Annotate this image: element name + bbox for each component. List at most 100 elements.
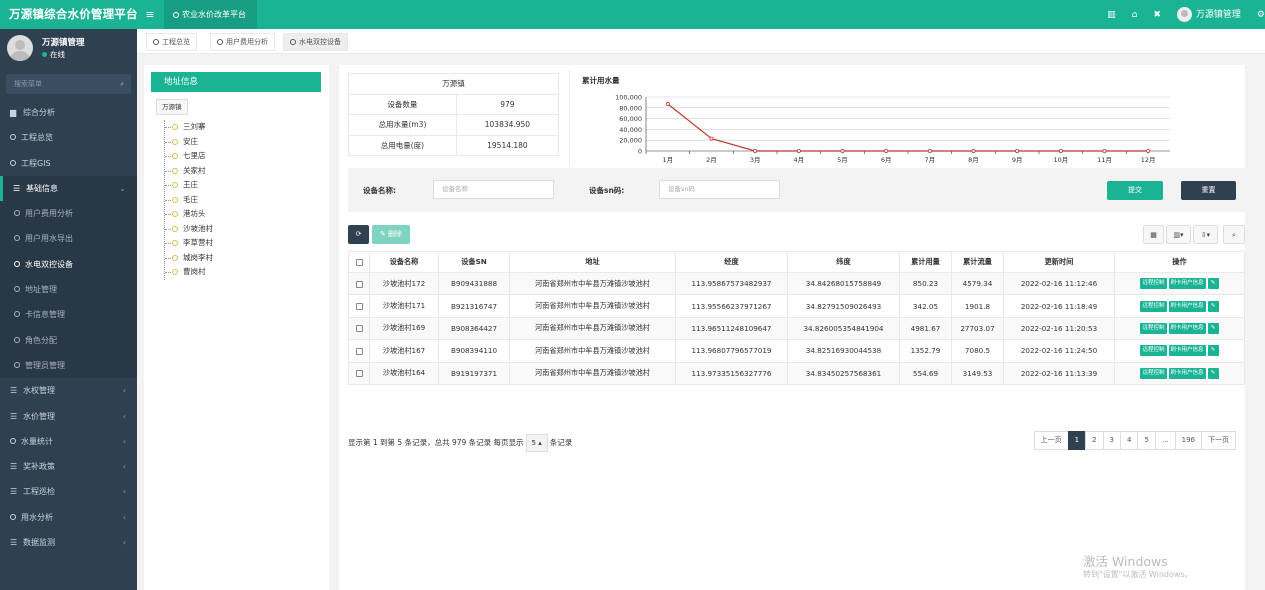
- row-select[interactable]: [348, 294, 370, 318]
- edit-icon[interactable]: ✎: [1207, 278, 1219, 290]
- tree-node[interactable]: 安庄: [165, 135, 213, 150]
- col-header[interactable]: 更新时间: [1003, 251, 1115, 273]
- user-menu[interactable]: 万源镇管理: [1176, 7, 1241, 22]
- page-button[interactable]: 5: [1137, 431, 1156, 450]
- table-row[interactable]: 沙坡池村169 B908364427 河南省郑州市中牟县万滩镇沙坡池村 113.965…: [348, 316, 1245, 341]
- sidebar-item[interactable]: 用户费用分析: [0, 201, 137, 227]
- submit-button[interactable]: 提交: [1107, 181, 1163, 200]
- sidebar-item[interactable]: ☰ 数据监测 ‹: [0, 530, 137, 555]
- col-header[interactable]: 累计用量: [899, 251, 952, 273]
- card-user-button[interactable]: 刷卡用户信息: [1168, 278, 1206, 290]
- checkbox[interactable]: [355, 259, 363, 266]
- checkbox[interactable]: [355, 347, 363, 355]
- tab-cost[interactable]: 用户费用分析: [210, 33, 275, 51]
- tree-node[interactable]: 王庄: [165, 178, 213, 193]
- menu-toggle-icon[interactable]: ≡: [139, 0, 161, 29]
- checkbox[interactable]: [355, 280, 363, 288]
- menu-search-input[interactable]: 搜索菜单 ⌕: [6, 74, 131, 94]
- page-button[interactable]: 4: [1120, 431, 1139, 450]
- table-row[interactable]: 沙坡池村167 B908394110 河南省郑州市中牟县万滩镇沙坡池村 113.968…: [348, 339, 1245, 363]
- tree-root[interactable]: 万源镇: [156, 99, 188, 115]
- col-header[interactable]: 地址: [509, 251, 676, 273]
- select-all-cell[interactable]: [348, 251, 370, 273]
- top-tab-platform[interactable]: 农业水价改革平台: [164, 0, 257, 29]
- remote-control-button[interactable]: 远程控制: [1140, 278, 1167, 290]
- remote-control-button[interactable]: 远程控制: [1140, 300, 1167, 312]
- tree-node[interactable]: 李草营村: [165, 236, 213, 251]
- checkbox[interactable]: [355, 303, 363, 311]
- device-sn-input[interactable]: 设备sn码: [659, 180, 780, 199]
- tab-devices[interactable]: 水电双控设备: [283, 33, 348, 51]
- col-header[interactable]: 设备名称: [369, 251, 439, 273]
- page-button[interactable]: 1: [1067, 431, 1087, 450]
- sidebar-item[interactable]: 工程GIS: [0, 151, 137, 176]
- page-button[interactable]: 2: [1085, 431, 1104, 450]
- table-row[interactable]: 沙坡池村172 B909431888 河南省郑州市中牟县万滩镇沙坡池村 113.958…: [348, 271, 1245, 296]
- search-icon[interactable]: ⌕: [1223, 225, 1245, 244]
- columns-icon[interactable]: ▥▾: [1166, 225, 1191, 244]
- tab-overview[interactable]: 工程总览: [146, 33, 197, 51]
- page-button[interactable]: 下一页: [1201, 431, 1236, 450]
- row-select[interactable]: [348, 361, 370, 385]
- card-user-button[interactable]: 刷卡用户信息: [1168, 322, 1206, 334]
- page-button[interactable]: 上一页: [1033, 431, 1069, 450]
- sidebar-item[interactable]: 水量统计 ‹: [0, 429, 137, 454]
- delete-button[interactable]: ✎ 删除: [372, 225, 410, 244]
- table-row[interactable]: 沙坡池村171 B921316747 河南省郑州市中牟县万滩镇沙坡池村 113.955…: [348, 294, 1245, 318]
- refresh-icon[interactable]: ⟳: [348, 225, 369, 244]
- col-header[interactable]: 经度: [675, 251, 788, 273]
- col-header[interactable]: 设备SN: [438, 251, 510, 273]
- remote-control-button[interactable]: 远程控制: [1140, 345, 1167, 357]
- card-user-button[interactable]: 刷卡用户信息: [1168, 367, 1206, 379]
- device-name-input[interactable]: 设备名称: [433, 180, 554, 199]
- sidebar-item[interactable]: ☰ 工程巡检 ‹: [0, 479, 137, 504]
- tree-node[interactable]: 港坊头: [165, 207, 213, 222]
- home-icon[interactable]: ⌂: [1132, 10, 1138, 20]
- sidebar-item[interactable]: 工程总览: [0, 125, 137, 150]
- col-header[interactable]: 纬度: [787, 251, 900, 273]
- edit-icon[interactable]: ✎: [1207, 345, 1219, 357]
- sidebar-item[interactable]: ☰ 奖补政策 ‹: [0, 454, 137, 479]
- card-user-button[interactable]: 刷卡用户信息: [1168, 300, 1206, 312]
- sidebar-item[interactable]: ▆ 综合分析: [0, 100, 137, 125]
- table-row[interactable]: 沙坡池村164 B919197371 河南省郑州市中牟县万滩镇沙坡池村 113.973…: [348, 361, 1245, 385]
- checkbox[interactable]: [355, 325, 363, 333]
- sidebar-item[interactable]: 用水分析 ‹: [0, 505, 137, 530]
- sidebar-item[interactable]: ☰ 水价管理 ‹: [0, 404, 137, 429]
- export-icon[interactable]: ⇩▾: [1193, 225, 1218, 244]
- sidebar-item[interactable]: 地址管理: [0, 277, 137, 303]
- col-header[interactable]: 累计流量: [951, 251, 1004, 273]
- sidebar-item[interactable]: 水电双控设备: [0, 251, 137, 278]
- sidebar-item[interactable]: 卡信息管理: [0, 302, 137, 328]
- page-button[interactable]: 196: [1174, 431, 1202, 450]
- tree-node[interactable]: 三刘寨: [165, 120, 213, 135]
- sidebar-item[interactable]: 管理员管理: [0, 352, 137, 379]
- sidebar-item[interactable]: ☰ 基础信息 ⌄: [0, 175, 137, 202]
- tree-node[interactable]: 沙坡池村: [165, 222, 213, 237]
- remote-control-button[interactable]: 远程控制: [1140, 322, 1167, 334]
- row-select[interactable]: [348, 339, 370, 363]
- tree-node[interactable]: 关家村: [165, 164, 213, 179]
- page-button[interactable]: ...: [1154, 431, 1176, 450]
- checkbox[interactable]: [355, 370, 363, 378]
- edit-icon[interactable]: ✎: [1207, 322, 1219, 334]
- sidebar-item[interactable]: 用户用水导出: [0, 226, 137, 252]
- remote-control-button[interactable]: 远程控制: [1140, 367, 1167, 379]
- row-select[interactable]: [348, 316, 370, 341]
- row-select[interactable]: [348, 271, 370, 296]
- tree-node[interactable]: 曹岗村: [165, 265, 213, 280]
- search-icon[interactable]: ⌕: [120, 74, 124, 94]
- tree-node[interactable]: 城岗李村: [165, 251, 213, 266]
- tree-node[interactable]: 毛庄: [165, 193, 213, 208]
- settings-icon[interactable]: ⚙: [1257, 10, 1265, 20]
- card-user-button[interactable]: 刷卡用户信息: [1168, 345, 1206, 357]
- view-toggle-icon[interactable]: ▦: [1143, 225, 1164, 244]
- bar-chart-icon[interactable]: ▥: [1107, 10, 1116, 20]
- reset-button[interactable]: 重置: [1181, 181, 1236, 200]
- per-page-select[interactable]: 5 ▴: [525, 434, 548, 452]
- edit-icon[interactable]: ✎: [1207, 300, 1219, 312]
- page-button[interactable]: 3: [1102, 431, 1121, 450]
- fullscreen-icon[interactable]: ✖: [1153, 10, 1161, 20]
- edit-icon[interactable]: ✎: [1207, 367, 1219, 379]
- sidebar-item[interactable]: ☰ 水权管理 ‹: [0, 378, 137, 403]
